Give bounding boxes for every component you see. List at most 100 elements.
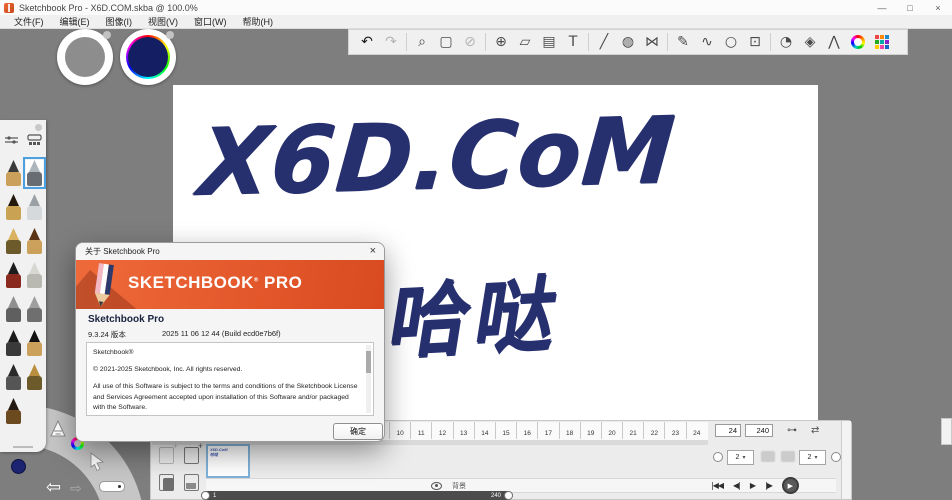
deselect-icon[interactable]: ⊘ [458,30,482,54]
right-hold-dropdown[interactable]: 2 ▾ [799,450,826,465]
brush-ink-pen-icon[interactable] [5,228,22,254]
redo-icon[interactable]: ↷ [379,30,403,54]
brush-marker-icon[interactable] [26,160,43,186]
color-puck[interactable] [120,29,176,85]
dialog-close-icon[interactable]: × [370,246,376,257]
frame-thumbnail-preview-line2: 哈哒 [210,452,246,457]
menu-item-help[interactable]: 帮助(H) [235,15,282,28]
add-selection-icon[interactable]: ⊕ [489,30,513,54]
brush-eraser-icon[interactable] [5,296,22,322]
perspective-icon[interactable]: ◍ [616,30,640,54]
prev-frame-button[interactable]: ◀| [733,481,740,490]
brush-paint-icon[interactable] [26,228,43,254]
curve-icon[interactable]: ∿ [695,30,719,54]
brush-airbrush-icon[interactable] [26,194,43,220]
palette-icon[interactable] [875,35,889,49]
dialog-app-name: Sketchbook Pro [88,314,164,325]
go-first-button[interactable]: |◀◀ [711,481,723,490]
onion-skin-icon[interactable] [184,474,199,491]
duplicate-frame-icon[interactable] [159,474,174,491]
panel-resize-handle[interactable] [13,446,33,448]
timeline-range-slider[interactable]: 1 240 [201,491,513,500]
current-color-swatch[interactable] [11,459,26,474]
lagoon-brush-icon[interactable] [49,420,67,438]
dialog-banner: SKETCHBOOK® PRO [76,260,384,309]
toolbar-separator [485,33,486,51]
brush-library-icon[interactable]: ⋀ [822,30,846,54]
menu-item-file[interactable]: 文件(F) [6,15,52,28]
license-scrollbar[interactable] [366,345,371,413]
text-icon[interactable]: T [561,30,585,54]
brush-soft-pencil-icon[interactable] [26,262,43,288]
lagoon-slider-icon[interactable] [99,481,125,492]
app-window: Sketchbook Pro - X6D.COM.skba @ 100.0% —… [0,0,952,500]
ok-button[interactable]: 确定 [333,423,383,440]
add-frame-icon[interactable]: + [184,447,199,464]
flipbook-scrollbar[interactable] [841,421,851,499]
fill-icon[interactable]: ▤ [537,30,561,54]
loop-playback-icon[interactable]: ⇄ [811,425,819,436]
about-dialog: 关于 Sketchbook Pro × SKETCHBOOK® PRO Sket… [75,242,385,442]
layer-label: 背景 [452,481,466,491]
menu-item-edit[interactable]: 编辑(E) [52,15,98,28]
brush-chisel-icon[interactable] [5,194,22,220]
symmetry-icon[interactable]: ⋈ [640,30,664,54]
license-scrollbar-thumb[interactable] [366,351,371,373]
undo-icon[interactable]: ↶ [355,30,379,54]
brush-sets-icon[interactable] [27,134,42,146]
canvas-handwriting-line2: 哈哒 [382,248,572,374]
color-wheel-icon[interactable] [851,35,865,49]
brush-marker-gold-icon[interactable] [26,330,43,356]
dialog-build: 2025 11 06 12 44 (Build ecd0e7b6f) [162,329,281,340]
left-hold-dropdown[interactable]: 2 ▾ [727,450,754,465]
zoom-icon[interactable]: ⌕ [410,30,434,54]
range-start-handle[interactable] [201,491,210,500]
lagoon-redo-icon[interactable]: ⇨ [70,482,82,496]
current-frame-input[interactable]: 24 [715,424,741,437]
menu-item-image[interactable]: 图像(I) [98,15,141,28]
ruler-tick-21: 21 [622,422,643,439]
next-frame-button[interactable]: |▶ [765,481,772,490]
brush-pencil-icon[interactable] [5,160,22,186]
brush-round-icon[interactable] [5,364,22,390]
lagoon-cursor-icon[interactable] [88,452,106,472]
play-small-button[interactable]: ▶ [750,481,755,490]
brush-puck-handle-icon[interactable] [103,31,111,39]
shapes-icon[interactable]: ⊡ [743,30,767,54]
transform-icon[interactable]: ▱ [513,30,537,54]
menu-item-window[interactable]: 窗口(W) [186,15,235,28]
close-button[interactable]: × [924,0,952,15]
timelapse-icon[interactable]: ◔ [774,30,798,54]
layer-visibility-eye-icon[interactable] [431,482,442,490]
color-puck-handle-icon[interactable] [166,31,174,39]
maximize-button[interactable]: □ [896,0,924,15]
brush-marker-dark-icon[interactable] [5,330,22,356]
keyframe-key-icon[interactable]: ⊶ [787,425,797,436]
ruler-icon[interactable]: ╱ [592,30,616,54]
range-end-handle[interactable] [504,491,513,500]
select-icon[interactable]: ▢ [434,30,458,54]
total-frames-input[interactable]: 240 [745,424,773,437]
brush-gold-icon[interactable] [26,364,43,390]
right-edge-panel [941,418,952,445]
right-hold-radio[interactable] [831,452,841,462]
brush-flat-icon[interactable] [5,398,22,424]
timeline-ruler-numbers: 101112131415161718192021222324 [389,422,707,439]
range-end-label: 240 [491,493,501,499]
brush-fine-pen-icon[interactable] [5,262,22,288]
lagoon-undo-icon[interactable]: ⇦ [46,479,61,497]
left-hold-radio[interactable] [713,452,723,462]
add-keyframe-icon[interactable]: + [159,447,174,464]
ellipse-icon[interactable]: ○ [719,30,743,54]
big-play-button[interactable]: ▶ [782,477,799,494]
menu-item-view[interactable]: 视图(V) [140,15,186,28]
stylus-icon[interactable]: ✎ [671,30,695,54]
brush-settings-icon[interactable] [4,134,19,146]
brush-eraser-hard-icon[interactable] [26,296,43,322]
minimize-button[interactable]: — [868,0,896,15]
license-text-box[interactable]: Sketchbook®© 2021-2025 Sketchbook, Inc. … [86,342,374,416]
panel-collapse-icon[interactable] [35,124,42,131]
layers-icon[interactable]: ◈ [798,30,822,54]
frame-thumbnail[interactable]: X6D.CoM 哈哒 [206,444,250,478]
brush-puck[interactable] [57,29,113,85]
